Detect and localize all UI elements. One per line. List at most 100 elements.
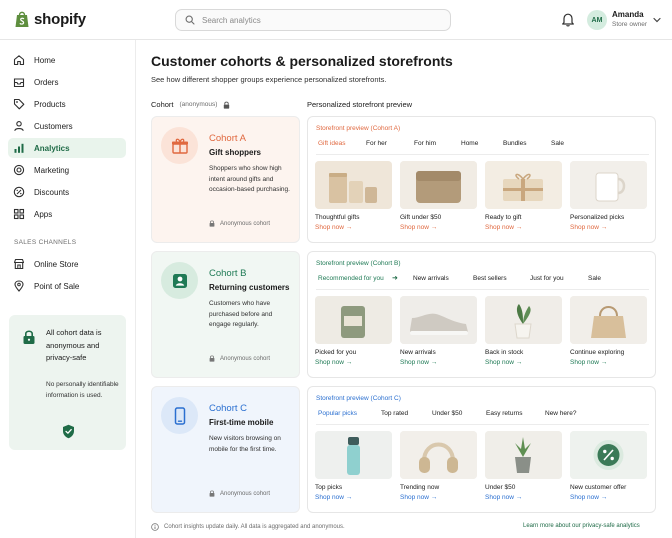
notification-bell-icon[interactable]: [561, 12, 575, 27]
tab-sale[interactable]: Sale: [549, 140, 579, 152]
sidebar-item-apps[interactable]: Apps: [8, 204, 126, 224]
preview-label: Storefront preview (Cohort A): [316, 125, 401, 132]
sneaker-image: [400, 296, 477, 344]
privacy-analytics-link[interactable]: Learn more about our privacy-safe analyt…: [523, 523, 640, 529]
avatar[interactable]: AM: [587, 10, 607, 30]
discount-icon: [13, 186, 25, 198]
product-card[interactable]: Trending now Shop now →: [400, 431, 477, 501]
cohort-icon-badge: [161, 397, 198, 434]
percent-badge-image: [570, 431, 647, 479]
search-input[interactable]: [202, 15, 422, 25]
shop-now-link[interactable]: Shop now →: [485, 494, 562, 501]
handbag-image: [570, 296, 647, 344]
sidebar-item-analytics[interactable]: Analytics: [8, 138, 126, 158]
tab-under-50[interactable]: Under $50: [430, 410, 484, 422]
shop-now-link[interactable]: Shop now →: [400, 494, 477, 501]
cohort-title: Gift shoppers: [209, 148, 262, 157]
sidebar-item-home[interactable]: Home: [8, 50, 126, 70]
preview-column-header: Personalized storefront preview: [307, 100, 413, 109]
search-bar[interactable]: [175, 9, 451, 31]
cohort-card-a[interactable]: Cohort A Gift shoppers Shoppers who show…: [151, 116, 300, 243]
shop-now-link[interactable]: Shop now →: [400, 224, 477, 231]
shop-now-link[interactable]: Shop now →: [315, 359, 392, 366]
product-card[interactable]: New arrivals Shop now →: [400, 296, 477, 366]
shopify-logo[interactable]: shopify: [14, 10, 86, 28]
product-card[interactable]: New customer offer Shop now →: [570, 431, 647, 501]
tab-best-sellers[interactable]: Best sellers: [471, 275, 528, 287]
tab-sale[interactable]: Sale: [586, 275, 616, 287]
product-image: [315, 431, 392, 479]
product-image: [400, 296, 477, 344]
sidebar-item-orders[interactable]: Orders: [8, 72, 126, 92]
cohort-icon-badge: [161, 127, 198, 164]
sidebar-item-marketing[interactable]: Marketing: [8, 160, 126, 180]
cohort-column-header: Cohort (anonymous): [151, 100, 230, 109]
tab-bundles[interactable]: Bundles: [501, 140, 549, 152]
phone-icon: [174, 406, 185, 425]
apps-icon: [13, 208, 25, 220]
user-name[interactable]: Amanda: [612, 10, 644, 19]
sidebar-item-online-store[interactable]: Online Store: [8, 254, 126, 274]
product-card[interactable]: Personalized picks Shop now →: [570, 161, 647, 231]
sidebar-item-label: Apps: [34, 209, 53, 219]
product-image: [400, 161, 477, 209]
orders-icon: [13, 78, 25, 88]
preview-tabs: Popular picks Top rated Under $50 Easy r…: [316, 410, 583, 425]
shop-now-link[interactable]: Shop now →: [485, 359, 562, 366]
tab-new-here[interactable]: New here?: [543, 410, 583, 422]
tab-easy-returns[interactable]: Easy returns: [484, 410, 543, 422]
lock-icon: [23, 330, 35, 344]
tab-popular-picks[interactable]: Popular picks: [316, 410, 379, 425]
tab-new-arrivals[interactable]: New arrivals: [411, 275, 471, 287]
shop-now-link[interactable]: Shop now →: [400, 359, 477, 366]
sidebar-item-discounts[interactable]: Discounts: [8, 182, 126, 202]
tab-just-for-you[interactable]: Just for you: [528, 275, 586, 287]
pos-icon: [14, 280, 24, 292]
product-card[interactable]: Ready to gift Shop now →: [485, 161, 562, 231]
tab-gift-ideas[interactable]: Gift ideas: [316, 140, 364, 155]
footer-note: Cohort insights update daily. All data i…: [151, 523, 345, 531]
sidebar-item-label: Orders: [34, 77, 59, 87]
cohort-card-b[interactable]: Cohort B Returning customers Customers w…: [151, 251, 300, 378]
chevron-down-icon[interactable]: [653, 17, 661, 23]
tab-for-him[interactable]: For him: [412, 140, 459, 152]
tab-divider: [316, 424, 649, 425]
product-card[interactable]: Picked for you Shop now →: [315, 296, 392, 366]
cohort-title: First-time mobile: [209, 418, 274, 427]
product-card[interactable]: Back in stock Shop now →: [485, 296, 562, 366]
shop-now-link[interactable]: Shop now →: [570, 359, 647, 366]
preview-label: Storefront preview (Cohort C): [316, 395, 401, 402]
product-card[interactable]: Thoughtful gifts Shop now →: [315, 161, 392, 231]
product-name: New customer offer: [570, 484, 627, 491]
shop-now-link[interactable]: Shop now →: [570, 494, 647, 501]
product-card[interactable]: Top picks Shop now →: [315, 431, 392, 501]
shop-now-link[interactable]: Shop now →: [485, 224, 562, 231]
tab-recommended-for-you[interactable]: Recommended for you: [316, 275, 392, 290]
cohort-name: Cohort C: [209, 403, 248, 414]
tab-for-her[interactable]: For her: [364, 140, 412, 152]
shop-now-link[interactable]: Shop now →: [315, 494, 392, 501]
page-subtitle: See how different shopper groups experie…: [151, 75, 387, 84]
shopify-bag-icon: [15, 11, 29, 27]
succulent-image: [485, 431, 562, 479]
sidebar-item-customers[interactable]: Customers: [8, 116, 126, 136]
sidebar-item-products[interactable]: Products: [8, 94, 126, 114]
storefront-preview-a: Storefront preview (Cohort A) Gift ideas…: [307, 116, 656, 243]
cohort-card-c[interactable]: Cohort C First-time mobile New visitors …: [151, 386, 300, 513]
product-card[interactable]: Gift under $50 Shop now →: [400, 161, 477, 231]
target-icon: [13, 164, 25, 176]
product-image: [400, 431, 477, 479]
shop-now-link[interactable]: Shop now →: [570, 224, 647, 231]
headphones-image: [400, 431, 477, 479]
shop-now-link[interactable]: Shop now →: [315, 224, 392, 231]
privacy-card-title: All cohort data is anonymous and privacy…: [46, 328, 102, 362]
tab-top-rated[interactable]: Top rated: [379, 410, 430, 422]
sidebar-item-point-of-sale[interactable]: Point of Sale: [8, 276, 126, 296]
person-badge-icon: [172, 273, 187, 288]
product-name: Under $50: [485, 484, 516, 491]
product-image: [570, 161, 647, 209]
product-image: [570, 431, 647, 479]
product-card[interactable]: Continue exploring Shop now →: [570, 296, 647, 366]
tab-home[interactable]: Home: [459, 140, 501, 152]
product-card[interactable]: Under $50 Shop now →: [485, 431, 562, 501]
